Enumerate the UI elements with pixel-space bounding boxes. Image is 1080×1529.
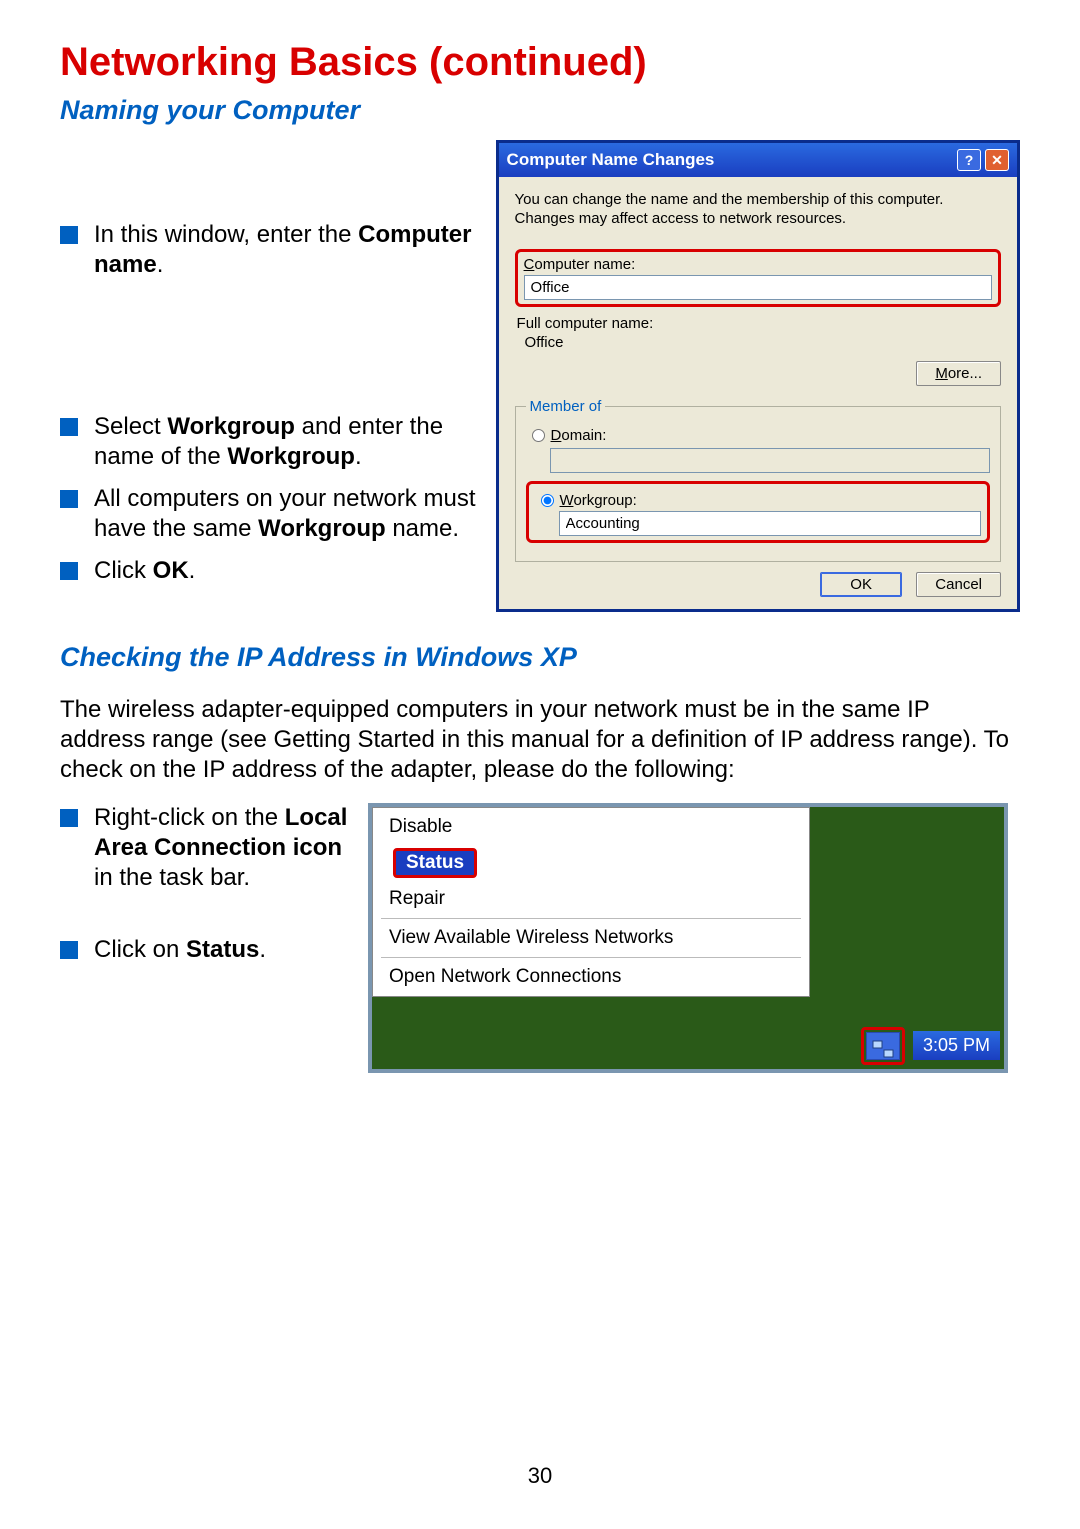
- t: name.: [386, 515, 459, 542]
- t: Workgroup: [227, 443, 355, 470]
- instructions-col-2: Right-click on the Local Area Connection…: [60, 803, 350, 1007]
- t: Select: [94, 413, 167, 440]
- top-section: In this window, enter the Computer name.…: [60, 140, 1020, 612]
- domain-radio[interactable]: [532, 429, 545, 442]
- instructions-col-1: In this window, enter the Computer name.…: [60, 140, 476, 598]
- computer-name-label: Computer name:: [524, 256, 992, 273]
- dialog-titlebar[interactable]: Computer Name Changes ? ✕: [499, 143, 1017, 177]
- close-button[interactable]: ✕: [985, 149, 1009, 171]
- computer-name-highlight: Computer name:: [515, 249, 1001, 307]
- member-of-legend: Member of: [526, 398, 606, 415]
- workgroup-input[interactable]: [559, 511, 981, 536]
- t: M: [935, 365, 948, 382]
- menu-view-networks[interactable]: View Available Wireless Networks: [375, 923, 807, 953]
- t: Right-click on the: [94, 804, 285, 831]
- full-name-label: Full computer name:: [517, 315, 1001, 332]
- t: omputer name:: [534, 256, 635, 273]
- t: .: [355, 443, 362, 470]
- t: W: [560, 492, 574, 509]
- context-menu: Disable Status Repair View Available Wir…: [372, 807, 810, 997]
- ok-button[interactable]: OK: [820, 572, 902, 597]
- menu-open-connections[interactable]: Open Network Connections: [375, 962, 807, 992]
- instr-1: In this window, enter the Computer name.: [60, 220, 476, 280]
- t: omain:: [561, 427, 606, 444]
- t: orkgroup:: [573, 492, 636, 509]
- network-icon-highlight: [861, 1027, 905, 1065]
- t: .: [157, 251, 164, 278]
- page-number: 30: [528, 1463, 552, 1489]
- cancel-button[interactable]: Cancel: [916, 572, 1001, 597]
- t: C: [524, 256, 535, 273]
- tray-clock: 3:05 PM: [913, 1031, 1000, 1060]
- full-name-value: Office: [525, 334, 1001, 351]
- computer-name-input[interactable]: [524, 275, 992, 300]
- instr-4: Click OK.: [60, 556, 476, 586]
- workgroup-label: Workgroup:: [560, 492, 637, 509]
- workgroup-highlight: Workgroup:: [526, 481, 990, 543]
- subtitle-naming: Naming your Computer: [60, 95, 1020, 126]
- t: Status: [186, 936, 259, 963]
- section-ip-check: Checking the IP Address in Windows XP Th…: [60, 642, 1020, 1073]
- menu-separator: [381, 957, 801, 958]
- status-label: Status: [393, 848, 477, 878]
- domain-input: [550, 448, 990, 473]
- instr-3: All computers on your network must have …: [60, 484, 476, 544]
- page-title: Networking Basics (continued): [60, 40, 1020, 85]
- t: .: [259, 936, 266, 963]
- menu-separator: [381, 918, 801, 919]
- dialog-description: You can change the name and the membersh…: [515, 191, 1001, 229]
- t: In this window, enter the: [94, 221, 358, 248]
- instr-2: Select Workgroup and enter the name of t…: [60, 412, 476, 472]
- workgroup-radio[interactable]: [541, 494, 554, 507]
- computer-name-dialog: Computer Name Changes ? ✕ You can change…: [496, 140, 1020, 612]
- t: Workgroup: [167, 413, 295, 440]
- t: ore...: [948, 365, 982, 382]
- t: in the task bar.: [94, 864, 250, 891]
- t: Workgroup: [258, 515, 386, 542]
- domain-label: Domain:: [551, 427, 607, 444]
- menu-repair[interactable]: Repair: [375, 884, 807, 914]
- instr-5: Right-click on the Local Area Connection…: [60, 803, 350, 893]
- menu-status[interactable]: Status: [379, 844, 803, 882]
- more-button[interactable]: More...: [916, 361, 1001, 386]
- t: OK: [153, 557, 189, 584]
- t: Click on: [94, 936, 186, 963]
- ip-paragraph: The wireless adapter-equipped computers …: [60, 695, 1020, 785]
- help-button[interactable]: ?: [957, 149, 981, 171]
- menu-disable[interactable]: Disable: [375, 812, 807, 842]
- dialog-title-text: Computer Name Changes: [507, 150, 953, 170]
- t: Click: [94, 557, 153, 584]
- t: D: [551, 427, 562, 444]
- taskbar-screenshot: Disable Status Repair View Available Wir…: [368, 803, 1008, 1073]
- subtitle-ip: Checking the IP Address in Windows XP: [60, 642, 1020, 673]
- network-tray-icon[interactable]: [866, 1032, 900, 1060]
- instr-6: Click on Status.: [60, 935, 350, 965]
- t: .: [189, 557, 196, 584]
- system-tray: 3:05 PM: [861, 1027, 1000, 1065]
- member-of-group: Member of Domain: Workgroup:: [515, 398, 1001, 562]
